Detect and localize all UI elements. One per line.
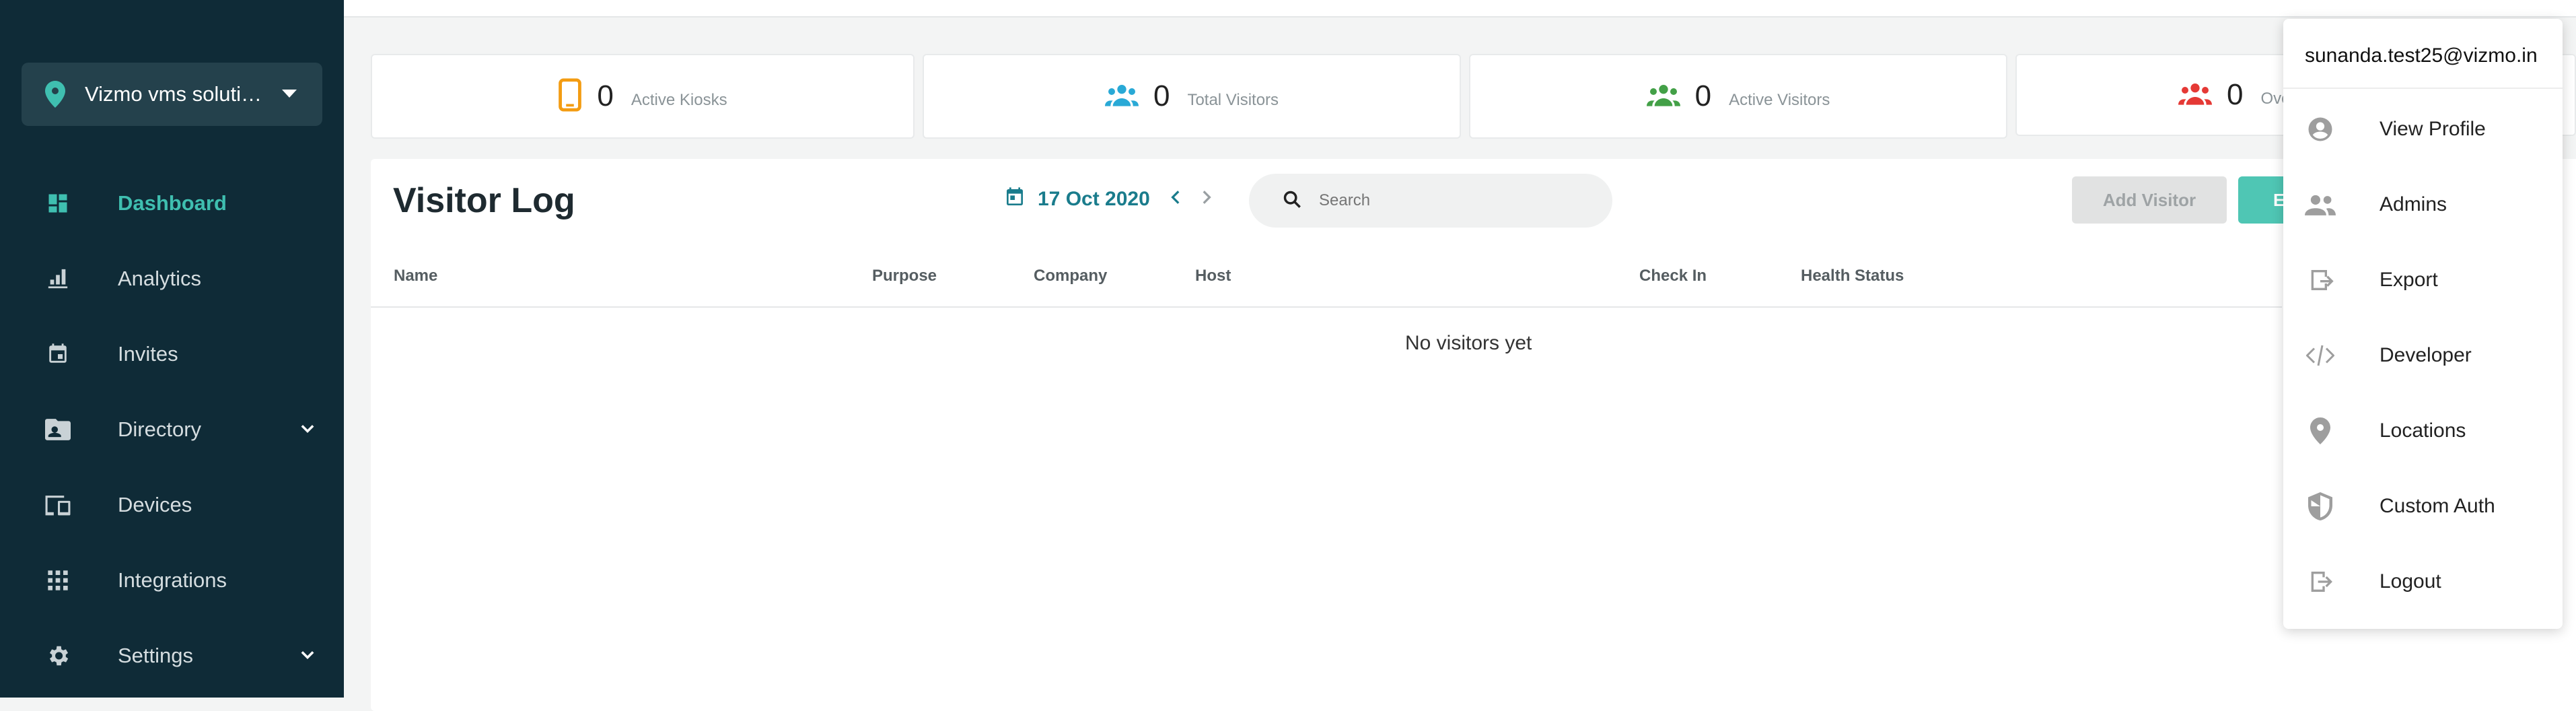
location-label: Vizmo vms soluti… (85, 82, 262, 106)
menu-item-view-profile[interactable]: View Profile (2283, 96, 2563, 163)
stat-label: Active Visitors (1729, 91, 1830, 109)
stat-label: Active Kiosks (631, 91, 727, 109)
calendar-icon (40, 337, 75, 372)
account-circle-icon (2303, 112, 2337, 146)
sidebar-item-label: Invites (118, 342, 178, 366)
menu-item-label: Custom Auth (2380, 495, 2495, 517)
people-icon (1104, 83, 1139, 110)
export-icon (2303, 263, 2337, 297)
menu-item-label: Developer (2380, 344, 2472, 366)
column-header-check-in: Check In (1639, 267, 1707, 285)
menu-item-locations[interactable]: Locations (2283, 397, 2563, 465)
column-header-company: Company (1034, 267, 1108, 285)
menu-divider (2283, 88, 2563, 89)
empty-state-message: No visitors yet (1405, 332, 1532, 354)
location-pin-icon (2303, 414, 2337, 448)
column-header-name: Name (394, 267, 438, 285)
menu-item-logout[interactable]: Logout (2283, 548, 2563, 615)
date-navigator: 17 Oct 2020 (1004, 186, 1215, 212)
sidebar-item-dashboard[interactable]: Dashboard (0, 173, 344, 234)
user-email: sunanda.test25@vizmo.in (2305, 44, 2538, 67)
menu-item-label: Logout (2380, 570, 2441, 592)
devices-icon (40, 487, 75, 522)
page-title: Visitor Log (393, 181, 575, 220)
tablet-icon (558, 77, 582, 115)
logout-icon (2303, 565, 2337, 599)
user-dropdown-menu: sunanda.test25@vizmo.in View Profile Adm… (2283, 19, 2563, 629)
sidebar-item-settings[interactable]: Settings (0, 625, 344, 686)
column-header-health-status: Health Status (1801, 267, 1904, 285)
menu-item-label: View Profile (2380, 118, 2486, 140)
stat-card-total-visitors: 0 Total Visitors (923, 54, 1461, 139)
caret-down-icon[interactable] (282, 90, 297, 98)
menu-item-developer[interactable]: Developer (2283, 322, 2563, 389)
stat-value: 0 (2227, 78, 2244, 111)
people-icon (2303, 188, 2337, 222)
shield-icon (2303, 489, 2337, 523)
people-icon (2178, 82, 2212, 108)
sidebar-item-label: Dashboard (118, 191, 227, 215)
column-header-purpose: Purpose (872, 267, 937, 285)
chevron-right-icon[interactable] (1197, 187, 1215, 211)
visitor-log-panel (371, 159, 2576, 711)
calendar-icon[interactable] (1004, 186, 1026, 212)
dashboard-icon (40, 186, 75, 221)
column-header-host: Host (1195, 267, 1231, 285)
add-visitor-button[interactable]: Add Visitor (2072, 176, 2227, 224)
sidebar-item-label: Directory (118, 417, 202, 441)
code-icon (2303, 339, 2337, 372)
current-date[interactable]: 17 Oct 2020 (1038, 188, 1150, 211)
location-pin-icon (42, 81, 69, 108)
gear-icon (40, 638, 75, 673)
sidebar-item-invites[interactable]: Invites (0, 324, 344, 384)
directory-icon (40, 412, 75, 447)
menu-item-custom-auth[interactable]: Custom Auth (2283, 473, 2563, 540)
menu-item-label: Locations (2380, 419, 2466, 442)
chevron-down-icon[interactable] (298, 646, 317, 668)
chevron-left-icon[interactable] (1168, 187, 1185, 211)
stat-card-active-visitors: 0 Active Visitors (1469, 54, 2007, 139)
sidebar-item-label: Settings (118, 644, 194, 667)
sidebar-item-directory[interactable]: Directory (0, 399, 344, 460)
sidebar-item-devices[interactable]: Devices (0, 475, 344, 535)
analytics-icon (40, 261, 75, 296)
top-bar (344, 0, 2576, 18)
sidebar: Vizmo vms soluti… Dashboard Analytics In… (0, 0, 344, 698)
menu-item-label: Export (2380, 269, 2438, 291)
search-box (1249, 174, 1612, 228)
sidebar-item-label: Devices (118, 493, 192, 516)
sidebar-item-analytics[interactable]: Analytics (0, 248, 344, 309)
search-input[interactable] (1318, 191, 1589, 211)
stat-value: 0 (1153, 79, 1170, 112)
stat-value: 0 (597, 79, 614, 112)
stat-label: Total Visitors (1187, 91, 1279, 109)
search-icon (1283, 190, 1301, 212)
table-header-divider (371, 306, 2282, 308)
sidebar-item-integrations[interactable]: Integrations (0, 550, 344, 611)
apps-grid-icon (40, 563, 75, 598)
people-icon (1646, 83, 1680, 110)
menu-item-label: Admins (2380, 193, 2447, 215)
menu-item-admins[interactable]: Admins (2283, 171, 2563, 238)
chevron-down-icon[interactable] (298, 419, 317, 442)
stat-value: 0 (1694, 79, 1712, 112)
stat-card-active-kiosks: 0 Active Kiosks (371, 54, 915, 139)
menu-item-export[interactable]: Export (2283, 246, 2563, 314)
sidebar-item-label: Integrations (118, 568, 227, 592)
sidebar-item-label: Analytics (118, 267, 202, 290)
location-selector[interactable]: Vizmo vms soluti… (22, 63, 322, 126)
